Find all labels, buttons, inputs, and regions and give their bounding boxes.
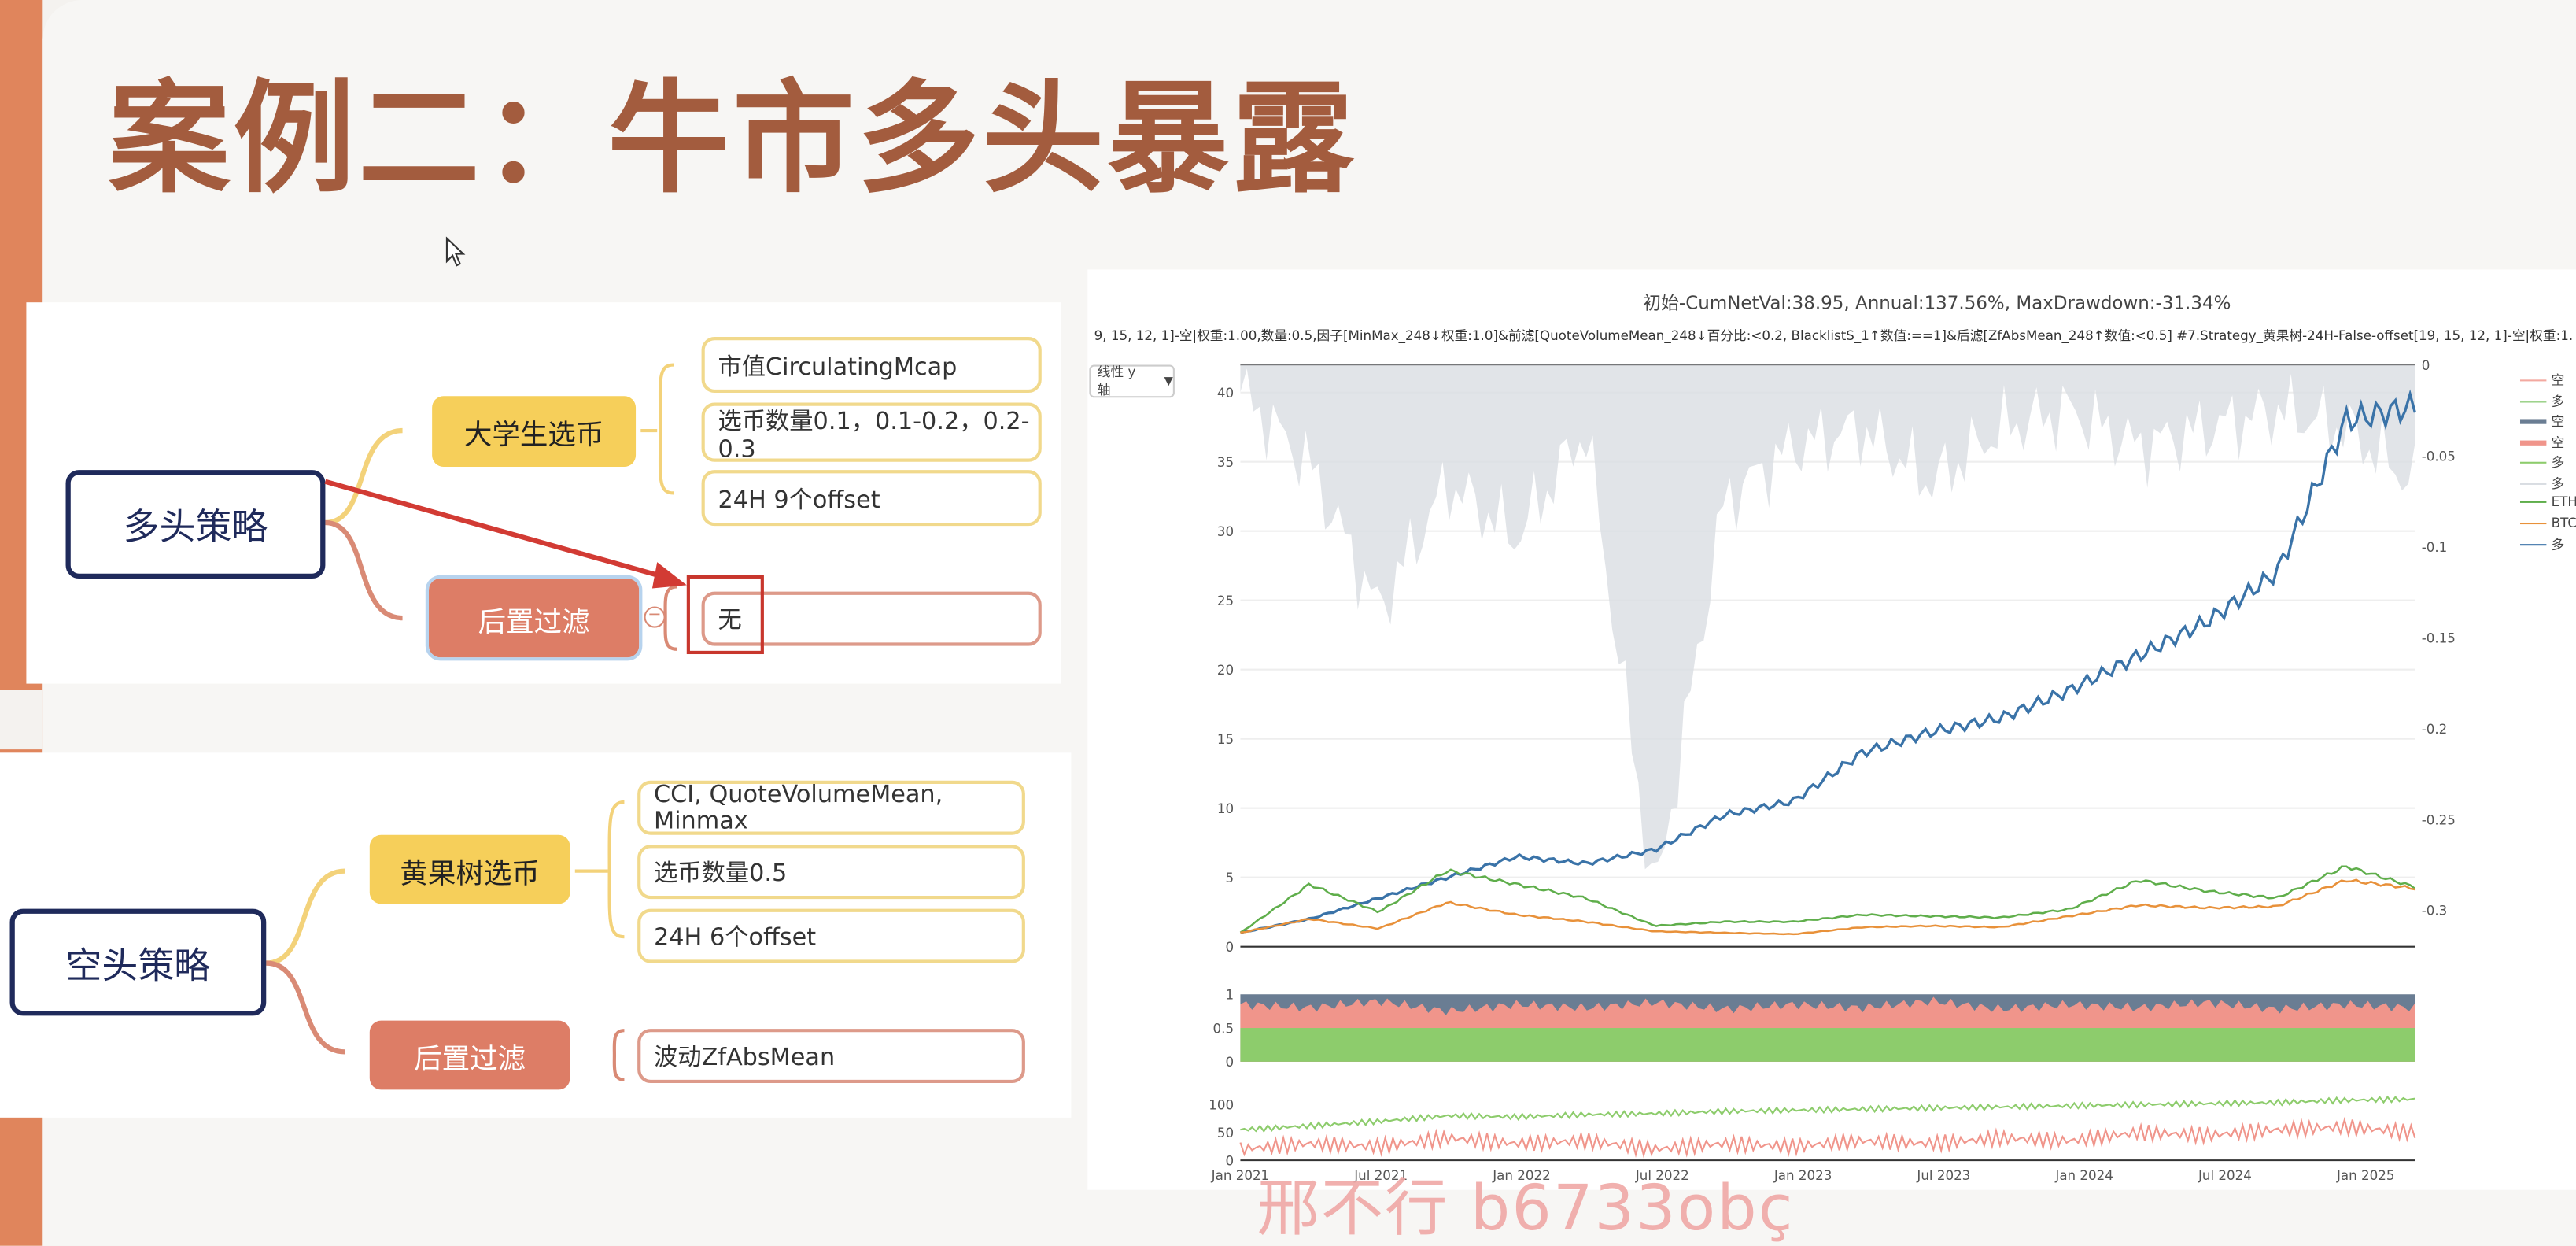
legend-label: 多 (2551, 475, 2565, 491)
legend-label: 空 (2551, 434, 2565, 450)
alloc-y-tick: 0.5 (1213, 1020, 1234, 1036)
legend-swatch (2519, 461, 2547, 464)
y-tick-label: 30 (1217, 523, 1234, 539)
y-axis-select-label: 线性 y轴 (1097, 364, 1136, 398)
y-tick-label: 15 (1217, 731, 1234, 747)
y2-tick-label: -0.3 (2422, 903, 2448, 919)
y-tick-label: 25 (1217, 593, 1234, 608)
legend-label: 空 (2551, 414, 2565, 429)
legend-swatch (2519, 501, 2547, 503)
y2-tick-label: -0.2 (2422, 721, 2448, 737)
short-strategy-root: 空头策略 (9, 908, 267, 1016)
y2-tick-label: 0 (2422, 357, 2430, 373)
legend-swatch (2519, 400, 2547, 402)
x-tick-label: Jan 2025 (2336, 1167, 2395, 1183)
y-tick-label: 0 (1225, 939, 1234, 955)
legend-swatch (2519, 379, 2547, 382)
y-tick-label: 35 (1217, 454, 1234, 470)
eth-line (1239, 865, 2416, 934)
y-tick-label: 5 (1225, 870, 1234, 886)
legend-item[interactable]: ETH (2519, 494, 2576, 510)
chart-subtitle: 9, 15, 12, 1]-空|权重:1.00,数量:0.5,因子[MinMax… (1094, 328, 2573, 344)
alloc-y-tick: 0 (1225, 1054, 1234, 1070)
bottom-short-line (1239, 1116, 2416, 1159)
alloc-long-area (1240, 1028, 2415, 1062)
x-tick-label: Jul 2024 (2198, 1167, 2252, 1183)
y2-tick-label: -0.1 (2422, 539, 2448, 555)
short-leaf-zfabsmean: 波动ZfAbsMean (637, 1029, 1025, 1083)
slide: 案例二：牛市多头暴露 多头策略 大学生选币 后置过滤 − 市值Circulati… (0, 0, 2576, 1246)
legend-label: BTC (2551, 515, 2576, 531)
legend-item[interactable]: 多 (2519, 392, 2565, 410)
x-tick-label: Jan 2024 (2054, 1167, 2113, 1183)
legend-label: 空 (2551, 372, 2565, 388)
legend-swatch (2519, 544, 2547, 546)
legend-label: 多 (2551, 537, 2565, 553)
legend-swatch (2519, 521, 2547, 524)
y2-tick-label: -0.15 (2422, 630, 2456, 645)
legend-swatch (2519, 439, 2547, 445)
legend-item[interactable]: 空 (2519, 412, 2565, 431)
y-tick-label: 10 (1217, 800, 1234, 816)
y-tick-label: 40 (1217, 385, 1234, 401)
alloc-y-tick: 1 (1225, 987, 1234, 1003)
legend-label: 多 (2551, 394, 2565, 409)
chart-title: 初始-CumNetVal:38.95, Annual:137.56%, MaxD… (1643, 292, 2231, 314)
bottom-y-tick: 100 (1209, 1097, 1234, 1113)
x-tick-label: Jul 2023 (1916, 1167, 1970, 1183)
short-leaf-count: 选币数量0.5 (637, 845, 1025, 900)
legend-swatch (2519, 482, 2547, 484)
legend-item[interactable]: 空 (2519, 433, 2565, 451)
y2-tick-label: -0.25 (2422, 812, 2456, 827)
legend-item[interactable]: 多 (2519, 453, 2565, 471)
legend-item[interactable]: BTC (2519, 515, 2576, 531)
short-branch-postfilter: 后置过滤 (369, 1020, 570, 1090)
bottom-long-line (1240, 1095, 2415, 1133)
drawdown-area (1240, 364, 2415, 870)
legend-label: 多 (2551, 455, 2565, 471)
main-chart: 05101520253035400-0.05-0.1-0.15-0.2-0.25… (1209, 357, 2456, 1183)
watermark: 邢不行 b6733obç (1257, 1171, 1795, 1244)
legend-item[interactable]: 多 (2519, 536, 2565, 554)
bottom-y-tick: 50 (1217, 1125, 1234, 1141)
legend-item[interactable]: 空 (2519, 372, 2565, 390)
short-branch-selection: 黄果树选币 (369, 834, 570, 904)
legend-label: ETH (2551, 494, 2576, 510)
y2-tick-label: -0.05 (2422, 448, 2456, 464)
legend-swatch (2519, 419, 2547, 424)
short-leaf-factors: CCI, QuoteVolumeMean, Minmax (637, 780, 1025, 835)
legend-item[interactable]: 多 (2519, 474, 2565, 492)
short-leaf-offset: 24H 6个offset (637, 908, 1025, 963)
y-tick-label: 20 (1217, 662, 1234, 678)
bottom-y-tick: 0 (1225, 1152, 1234, 1168)
